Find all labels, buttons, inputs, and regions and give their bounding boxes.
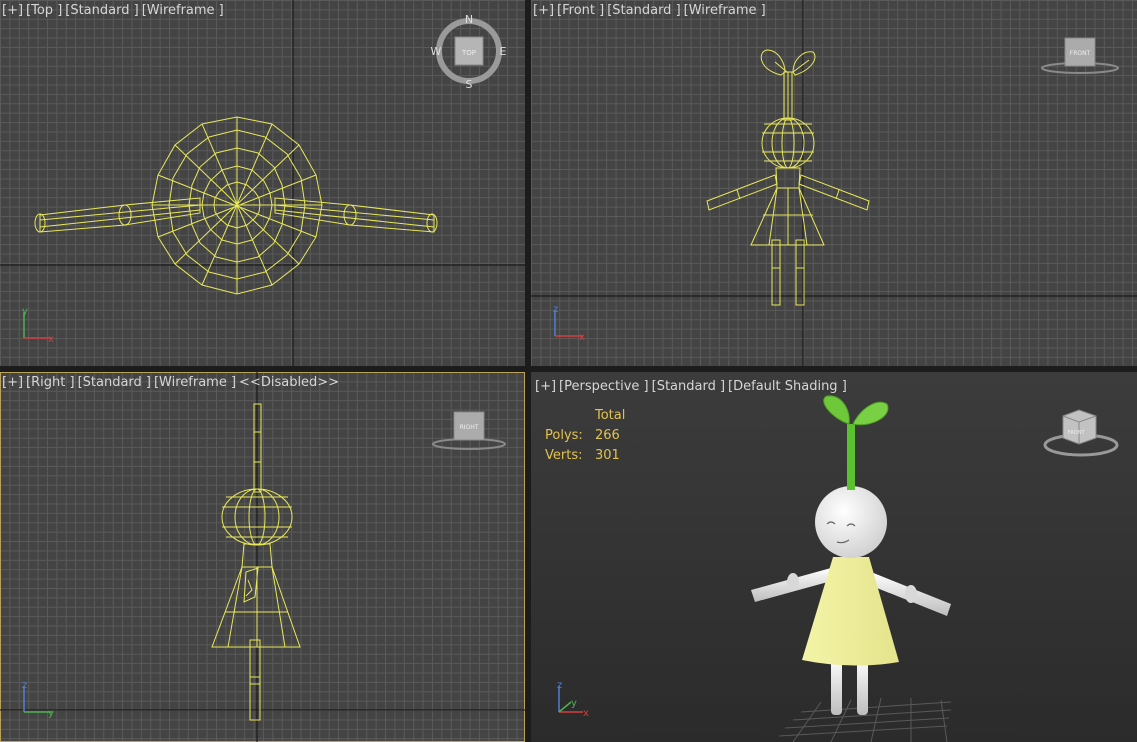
viewcube-front-label: FRONT xyxy=(1070,50,1091,57)
front-wireframe-model: z x FRONT xyxy=(531,0,1137,366)
stats-header: Total xyxy=(595,408,626,423)
disabled-label: <<Disabled>> xyxy=(239,375,340,390)
right-axis-y: y xyxy=(48,708,54,719)
polys-value: 266 xyxy=(595,428,620,443)
persp-axis-x: x xyxy=(583,708,589,719)
view-type-label[interactable]: [Right ] xyxy=(26,375,75,390)
front-viewport-label[interactable]: [+] [Front ] [Standard ] [Wireframe ] xyxy=(533,3,769,18)
polys-label: Polys: xyxy=(545,428,583,443)
front-axis-x: x xyxy=(579,332,585,343)
standard-label[interactable]: [Standard ] xyxy=(65,3,138,18)
persp-axis-y: y xyxy=(571,698,577,709)
viewport-menu-plus[interactable]: [+] xyxy=(533,3,554,18)
verts-label: Verts: xyxy=(545,448,583,463)
viewport-menu-plus[interactable]: [+] xyxy=(2,375,23,390)
viewcube-top-label: TOP xyxy=(461,49,476,57)
right-viewport-label[interactable]: [+] [Right ] [Standard ] [Wireframe ] <<Disa… xyxy=(2,375,342,390)
right-axis-z: z xyxy=(22,680,27,691)
viewport-menu-plus[interactable]: [+] xyxy=(535,379,556,394)
top-viewport-label[interactable]: [+] [Top ] [Standard ] [Wireframe ] xyxy=(2,3,227,18)
standard-label[interactable]: [Standard ] xyxy=(78,375,151,390)
shading-label[interactable]: [Wireframe ] xyxy=(142,3,224,18)
top-viewport[interactable]: y x TOP N S E W [+] [Top ] [Standard ] [Wir… xyxy=(0,0,525,366)
viewcube-top[interactable]: TOP N S E W xyxy=(431,13,507,91)
viewcube-right[interactable]: RIGHT xyxy=(432,411,506,450)
viewcube-perspective-label: FRONT xyxy=(1067,430,1085,436)
right-viewport[interactable]: z y RIGHT [+] [Right ] [Standard ] [Wirefra… xyxy=(0,372,525,742)
perspective-viewport[interactable]: z y x FRONT [+] [Perspective ] [Standard ]… xyxy=(531,372,1137,742)
compass-w: W xyxy=(431,45,442,58)
verts-value: 301 xyxy=(595,448,620,463)
compass-s: S xyxy=(466,78,473,91)
scene-statistics: Total Polys: 266 Verts: 301 xyxy=(545,406,625,466)
viewport-menu-plus[interactable]: [+] xyxy=(2,3,23,18)
shading-label[interactable]: [Wireframe ] xyxy=(154,375,236,390)
view-type-label[interactable]: [Top ] xyxy=(26,3,62,18)
viewcube-right-label: RIGHT xyxy=(460,424,479,431)
perspective-viewport-label[interactable]: [+] [Perspective ] [Standard ] [Default Sha… xyxy=(535,379,850,394)
shading-label[interactable]: [Wireframe ] xyxy=(684,3,766,18)
viewcube-front[interactable]: FRONT xyxy=(1041,37,1119,74)
compass-n: N xyxy=(465,13,473,26)
top-wireframe-model: y x TOP N S E W xyxy=(0,0,525,366)
compass-e: E xyxy=(500,45,507,58)
viewcube-perspective[interactable]: FRONT xyxy=(1043,409,1119,457)
view-type-label[interactable]: [Perspective ] xyxy=(559,379,649,394)
top-axis-x: x xyxy=(48,334,54,345)
persp-axis-z: z xyxy=(557,680,562,691)
view-type-label[interactable]: [Front ] xyxy=(557,3,604,18)
top-axis-y: y xyxy=(22,306,28,317)
shading-label[interactable]: [Default Shading ] xyxy=(728,379,847,394)
standard-label[interactable]: [Standard ] xyxy=(607,3,680,18)
front-axis-z: z xyxy=(553,304,558,315)
front-viewport[interactable]: z x FRONT [+] [Front ] [Standard ] [Wirefra… xyxy=(531,0,1137,366)
standard-label[interactable]: [Standard ] xyxy=(652,379,725,394)
right-wireframe-model: z y RIGHT xyxy=(0,372,525,742)
